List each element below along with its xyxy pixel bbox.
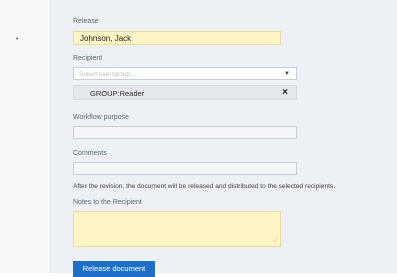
notes-textarea[interactable]: ⟋ — [73, 211, 281, 247]
recipient-chip-label: GROUP:Reader — [90, 89, 145, 98]
release-field[interactable]: Johnson, Jack — [73, 31, 281, 45]
recipient-label: Recipient — [73, 55, 103, 62]
release-notice: After the revision, the document will be… — [73, 183, 336, 190]
release-document-button[interactable]: Release document — [73, 261, 155, 277]
recipient-placeholder: Select user/group... — [79, 71, 136, 78]
recipient-chip: GROUP:Reader × — [73, 85, 297, 100]
comments-field[interactable] — [73, 162, 297, 175]
workflow-purpose-field[interactable] — [73, 126, 297, 139]
left-sidebar: • — [0, 0, 50, 273]
release-label: Release — [73, 18, 99, 25]
resize-handle-icon[interactable]: ⟋ — [274, 238, 278, 245]
workflow-purpose-label: Workflow purpose — [73, 114, 129, 121]
recipient-select[interactable]: Select user/group... ▼ — [73, 67, 297, 80]
notes-label: Notes to the Recipient — [73, 199, 142, 206]
comments-label: Comments — [73, 150, 107, 157]
chevron-down-icon[interactable]: ▼ — [284, 71, 290, 77]
close-icon[interactable]: × — [282, 87, 288, 98]
sidebar-marker: • — [16, 36, 19, 43]
